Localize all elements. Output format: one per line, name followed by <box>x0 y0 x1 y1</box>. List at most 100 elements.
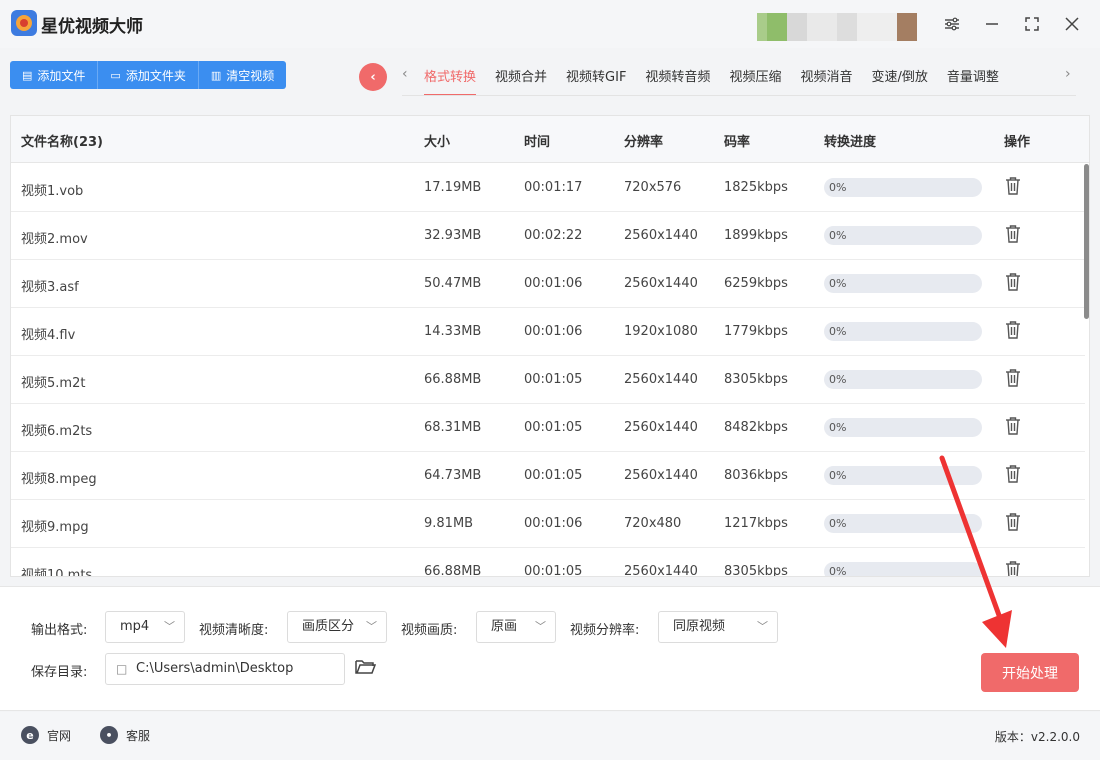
resolution-value: 同原视频 <box>673 619 726 634</box>
delete-trash-icon[interactable] <box>1005 320 1021 340</box>
cell-bitrate: 1779kbps <box>724 324 788 339</box>
add-file-button[interactable]: ▤ 添加文件 <box>10 61 99 89</box>
cell-time: 00:01:06 <box>524 276 583 291</box>
tab-video-to-gif[interactable]: 视频转GIF <box>566 66 626 96</box>
chevron-down-icon: ﹀ <box>164 620 175 633</box>
folder-outline-icon: □ <box>116 662 128 676</box>
col-name: 文件名称(23) <box>21 135 103 150</box>
cell-name: 视频1.vob <box>21 184 84 199</box>
start-processing-button[interactable]: 开始处理 <box>981 653 1079 692</box>
save-dir-label: 保存目录: <box>31 665 88 680</box>
settings-sliders-icon[interactable] <box>940 12 964 36</box>
delete-trash-icon[interactable] <box>1005 224 1021 244</box>
tabs-scroll-left-icon[interactable]: ‹ <box>402 66 408 82</box>
tab-video-compress[interactable]: 视频压缩 <box>729 66 781 96</box>
tab-video-merge[interactable]: 视频合并 <box>495 66 547 96</box>
minimize-icon[interactable] <box>980 12 1004 36</box>
progress-bar: 0% <box>824 226 982 245</box>
cell-resolution: 1920x1080 <box>624 324 698 339</box>
tab-speed-reverse[interactable]: 变速/倒放 <box>871 66 927 96</box>
close-icon[interactable] <box>1060 12 1084 36</box>
cell-name: 视频4.flv <box>21 328 76 343</box>
cell-time: 00:01:06 <box>524 516 583 531</box>
delete-trash-icon[interactable] <box>1005 368 1021 388</box>
progress-text: 0% <box>829 469 847 482</box>
quality-select[interactable]: 原画 ﹀ <box>476 611 556 643</box>
table-row[interactable]: 视频1.vob 17.19MB 00:01:17 720x576 1825kbps 0% <box>11 164 1085 212</box>
toolbar: ▤ 添加文件 ▭ 添加文件夹 ▥ 清空视频 <box>10 61 287 89</box>
save-dir-input[interactable]: □ C:\Users\admin\Desktop <box>105 653 345 685</box>
col-time: 时间 <box>524 135 551 150</box>
progress-text: 0% <box>829 229 847 242</box>
cell-name: 视频3.asf <box>21 280 79 295</box>
tab-video-to-audio[interactable]: 视频转音频 <box>645 66 710 96</box>
progress-bar: 0% <box>824 466 982 485</box>
back-button[interactable]: ‹ <box>359 63 387 91</box>
delete-trash-icon[interactable] <box>1005 176 1021 196</box>
table-scrollbar[interactable] <box>1084 164 1089 319</box>
browse-folder-icon[interactable] <box>354 657 377 677</box>
version-text: 版本：v2.2.0.0 <box>994 730 1080 744</box>
progress-text: 0% <box>829 517 847 530</box>
clarity-select[interactable]: 画质区分 ﹀ <box>287 611 387 643</box>
cell-bitrate: 1217kbps <box>724 516 788 531</box>
delete-trash-icon[interactable] <box>1005 464 1021 484</box>
support-link[interactable]: • 客服 <box>100 726 150 744</box>
table-row[interactable]: 视频3.asf 50.47MB 00:01:06 2560x1440 6259kbps 0… <box>11 260 1085 308</box>
tab-format-convert[interactable]: 格式转换 <box>424 66 477 96</box>
add-folder-button[interactable]: ▭ 添加文件夹 <box>98 61 199 89</box>
cell-name: 视频10.mts <box>21 568 93 577</box>
chat-bubble-icon: • <box>100 726 118 744</box>
cell-size: 66.88MB <box>424 564 482 577</box>
progress-text: 0% <box>829 325 847 338</box>
support-label: 客服 <box>126 728 151 743</box>
table-row[interactable]: 视频10.mts 66.88MB 00:01:05 2560x1440 8305kbps… <box>11 548 1085 577</box>
maximize-icon[interactable] <box>1020 12 1044 36</box>
tab-volume-adjust[interactable]: 音量调整 <box>947 66 999 96</box>
delete-trash-icon[interactable] <box>1005 416 1021 436</box>
cell-name: 视频2.mov <box>21 232 88 247</box>
chevron-down-icon: ﹀ <box>757 620 768 633</box>
cell-bitrate: 1899kbps <box>724 228 788 243</box>
app-logo-icon <box>11 10 37 36</box>
table-row[interactable]: 视频2.mov 32.93MB 00:02:22 2560x1440 1899kbps 0… <box>11 212 1085 260</box>
cell-bitrate: 6259kbps <box>724 276 788 291</box>
progress-bar: 0% <box>824 322 982 341</box>
tabs-divider <box>402 95 1076 96</box>
delete-trash-icon[interactable] <box>1005 272 1021 292</box>
user-avatar-blurred[interactable] <box>757 13 917 41</box>
progress-text: 0% <box>829 181 847 194</box>
chevron-down-icon: ﹀ <box>366 620 377 633</box>
cell-time: 00:01:17 <box>524 180 583 195</box>
table-row[interactable]: 视频6.m2ts 68.31MB 00:01:05 2560x1440 8482kbps… <box>11 404 1085 452</box>
tabs-scroll-right-icon[interactable]: › <box>1065 66 1071 82</box>
table-row[interactable]: 视频8.mpeg 64.73MB 00:01:05 2560x1440 8036kbps… <box>11 452 1085 500</box>
cell-resolution: 2560x1440 <box>624 228 698 243</box>
cell-time: 00:01:05 <box>524 372 583 387</box>
table-row[interactable]: 视频9.mpg 9.81MB 00:01:06 720x480 1217kbps 0% <box>11 500 1085 548</box>
folder-icon: ▭ <box>110 68 121 82</box>
cell-time: 00:01:05 <box>524 468 583 483</box>
cell-size: 64.73MB <box>424 468 482 483</box>
cell-size: 32.93MB <box>424 228 482 243</box>
clear-videos-button[interactable]: ▥ 清空视频 <box>198 61 287 89</box>
cell-size: 14.33MB <box>424 324 482 339</box>
cell-bitrate: 8036kbps <box>724 468 788 483</box>
table-row[interactable]: 视频4.flv 14.33MB 00:01:06 1920x1080 1779kbps 0… <box>11 308 1085 356</box>
col-action: 操作 <box>1004 135 1031 150</box>
cell-resolution: 2560x1440 <box>624 372 698 387</box>
cell-time: 00:01:05 <box>524 564 583 577</box>
table-header: 文件名称(23) 大小 时间 分辨率 码率 转换进度 操作 <box>11 116 1089 163</box>
resolution-select[interactable]: 同原视频 ﹀ <box>658 611 778 643</box>
output-format-select[interactable]: mp4 ﹀ <box>105 611 185 643</box>
tab-video-mute[interactable]: 视频消音 <box>800 66 852 96</box>
website-link[interactable]: e 官网 <box>21 726 71 744</box>
cell-resolution: 720x480 <box>624 516 682 531</box>
quality-label: 视频画质: <box>401 623 458 638</box>
cell-name: 视频6.m2ts <box>21 424 93 439</box>
output-format-value: mp4 <box>120 619 150 634</box>
delete-trash-icon[interactable] <box>1005 512 1021 532</box>
add-file-label: 添加文件 <box>37 68 86 83</box>
table-row[interactable]: 视频5.m2t 66.88MB 00:01:05 2560x1440 8305kbps 0… <box>11 356 1085 404</box>
delete-trash-icon[interactable] <box>1005 560 1021 576</box>
